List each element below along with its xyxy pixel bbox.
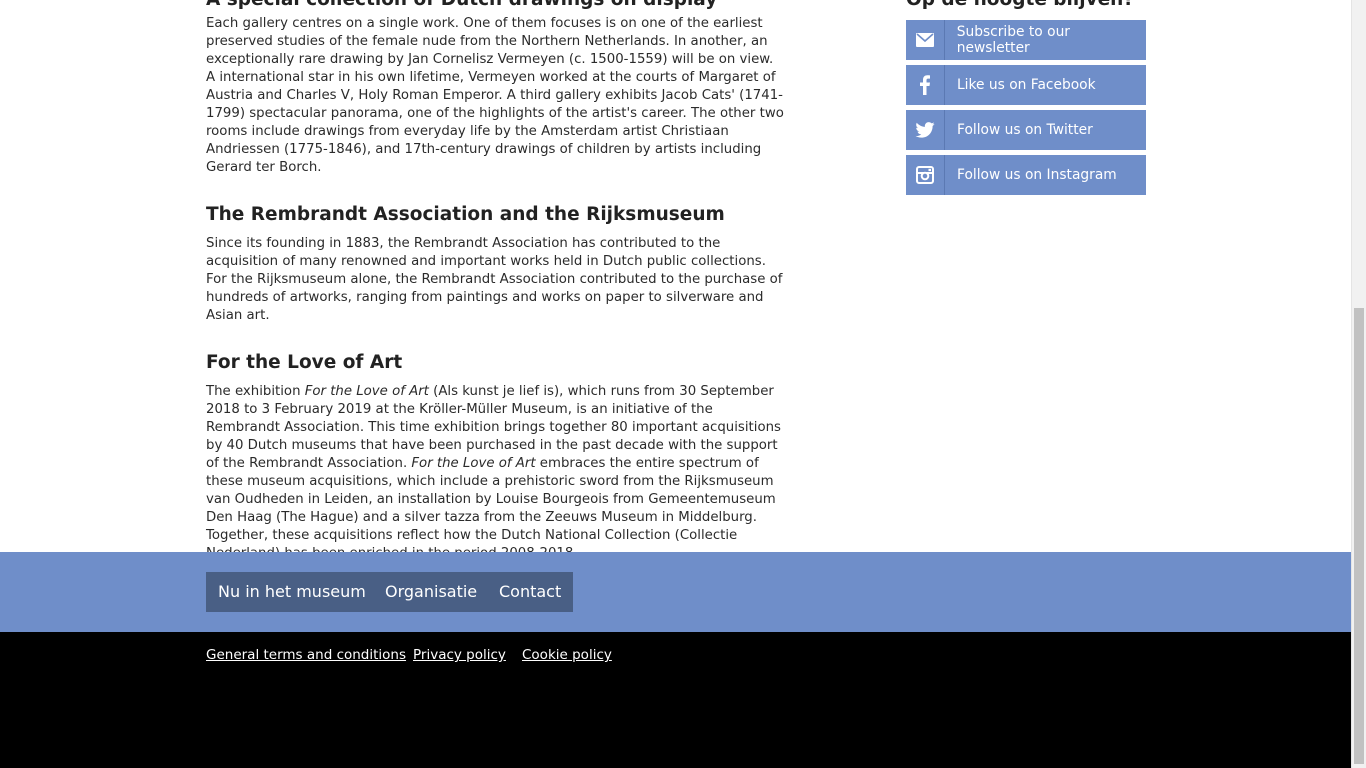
privacy-link[interactable]: Privacy policy: [413, 647, 506, 663]
section-heading: The Rembrandt Association and the Rijksm…: [206, 204, 725, 225]
nav-now-in-museum[interactable]: Nu in het museum: [206, 572, 378, 612]
article-paragraph: Each gallery centres on a single work. O…: [206, 16, 784, 175]
nav-organisation[interactable]: Organisatie: [373, 572, 490, 612]
legal-footer: General terms and conditions Privacy pol…: [0, 632, 1351, 768]
text-run: The exhibition: [206, 384, 305, 399]
instagram-button-label: Follow us on Instagram: [957, 167, 1117, 183]
exhibition-title-italic: For the Love of Art: [411, 456, 536, 471]
article-paragraph: The exhibition For the Love of Art (Als …: [206, 383, 784, 563]
section-heading: For the Love of Art: [206, 352, 403, 373]
cookie-link[interactable]: Cookie policy: [522, 647, 612, 663]
terms-link[interactable]: General terms and conditions: [206, 647, 406, 663]
text-run: embraces the entire spectrum of these mu…: [206, 456, 776, 561]
newsletter-button[interactable]: Subscribe to our newsletter: [906, 20, 1146, 60]
facebook-button-label: Like us on Facebook: [957, 77, 1096, 93]
scrollbar-thumb[interactable]: [1354, 308, 1364, 764]
newsletter-button-label: Subscribe to our newsletter: [956, 24, 1070, 56]
envelope-icon: [906, 20, 945, 60]
instagram-icon: [906, 155, 945, 195]
sidebar-title: Op de hoogte blijven?: [906, 0, 1134, 12]
page-scrollbar[interactable]: [1351, 0, 1366, 768]
article-paragraph: Since its founding in 1883, the Rembrand…: [206, 236, 783, 323]
nav-contact[interactable]: Contact: [487, 572, 574, 612]
article-body: Each gallery centres on a single work. O…: [206, 14, 784, 563]
footer-navigation: Nu in het museum Organisatie Contact: [0, 552, 1351, 632]
section-heading-clipped: A special collection of Dutch drawings o…: [206, 0, 784, 12]
twitter-icon: [906, 110, 945, 150]
twitter-button[interactable]: Follow us on Twitter: [906, 110, 1146, 150]
twitter-button-label: Follow us on Twitter: [957, 122, 1093, 138]
exhibition-title-italic: For the Love of Art: [304, 384, 429, 399]
facebook-button[interactable]: Like us on Facebook: [906, 65, 1146, 105]
facebook-icon: [906, 65, 945, 105]
instagram-button[interactable]: Follow us on Instagram: [906, 155, 1146, 195]
page: A special collection of Dutch drawings o…: [0, 0, 1366, 768]
